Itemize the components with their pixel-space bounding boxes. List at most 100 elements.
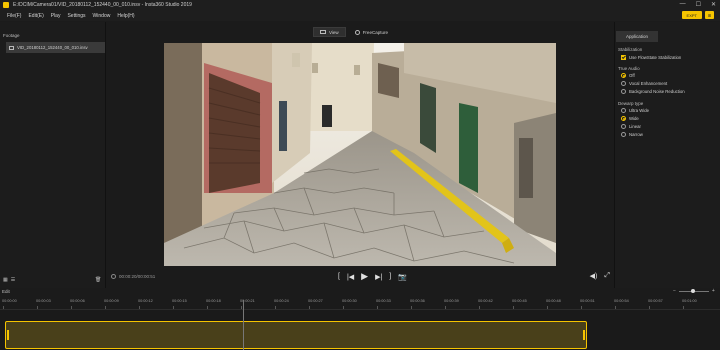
dewarp-heading: Dewarp type <box>618 101 644 106</box>
ruler-tick-label: 00:00:30 <box>342 299 357 303</box>
playhead[interactable] <box>243 300 244 350</box>
grid-view-icon[interactable]: ▦ <box>3 277 8 283</box>
ruler-tick-label: 00:00:33 <box>376 299 391 303</box>
dewarp-option-label: Narrow <box>629 132 643 137</box>
view-mode-toggles: ▦ ☰ <box>3 277 15 283</box>
dewarp-option-ultra-wide[interactable]: Ultra Wide <box>621 108 649 113</box>
footage-title: Footage <box>3 33 20 38</box>
ruler-tick-label: 00:00:57 <box>648 299 663 303</box>
ruler-tick-label: 00:00:51 <box>580 299 595 303</box>
zoom-in-icon[interactable]: + <box>712 288 715 294</box>
dewarp-option-narrow[interactable]: Narrow <box>621 132 643 137</box>
ruler-tick-label: 00:00:42 <box>478 299 493 303</box>
window-controls: — ☐ ✕ <box>680 1 716 8</box>
flowstate-label: Use FlowState Stabilization <box>629 55 682 60</box>
radio-icon <box>621 124 626 129</box>
dewarp-option-label: Wide <box>629 116 639 121</box>
monitor-icon <box>320 30 326 34</box>
mark-out-button[interactable]: ] <box>389 273 391 280</box>
menu-edit[interactable]: Edit(E) <box>28 13 43 19</box>
menu-window[interactable]: Window <box>93 13 111 19</box>
play-button[interactable]: ▶ <box>361 271 368 282</box>
ruler-tick <box>581 306 582 309</box>
menu-play[interactable]: Play <box>51 13 61 19</box>
top-actions: EXPT ⊞ <box>681 11 714 19</box>
dewarp-option-linear[interactable]: Linear <box>621 124 641 129</box>
window-title: E:/DCIM/Camera01/VID_20180112_152440_00_… <box>13 2 192 8</box>
video-frame-image <box>164 43 556 266</box>
ruler-tick <box>649 306 650 309</box>
timeline-zoom: − + <box>673 288 715 294</box>
ruler-tick-label: 00:00:54 <box>614 299 629 303</box>
audio-option-label: Background Noise Reduction <box>629 89 685 94</box>
transport-controls: [ |◀ ▶ ▶| ] 📷 <box>338 271 407 282</box>
zoom-slider-handle[interactable] <box>690 288 695 293</box>
radio-icon <box>621 81 626 86</box>
ruler-tick-label: 00:00:12 <box>138 299 153 303</box>
menu-help[interactable]: Help(H) <box>117 13 134 19</box>
checkbox-checked-icon <box>621 55 626 60</box>
properties-panel: Application Stabilization Use FlowState … <box>614 22 720 288</box>
audio-option-off[interactable]: Off <box>621 73 635 78</box>
snapshot-icon[interactable]: 📷 <box>398 273 407 281</box>
flowstate-checkbox[interactable]: Use FlowState Stabilization <box>621 55 681 60</box>
ruler-tick <box>445 306 446 309</box>
ruler-tick <box>71 306 72 309</box>
ruler-tick <box>343 306 344 309</box>
timeline-track <box>0 310 720 350</box>
ruler-tick-label: 00:00:09 <box>104 299 119 303</box>
audio-option-label: Vocal Enhancement <box>629 81 668 86</box>
mark-in-button[interactable]: [ <box>338 273 340 280</box>
dewarp-option-wide[interactable]: Wide <box>621 116 639 121</box>
clip-trim-start-handle[interactable] <box>7 330 9 340</box>
previous-frame-button[interactable]: |◀ <box>347 273 354 281</box>
video-clip[interactable] <box>5 321 587 349</box>
clock-icon <box>111 274 116 279</box>
ruler-tick-label: 00:00:27 <box>308 299 323 303</box>
footage-panel: Footage VID_20180112_152440_00_010.insv … <box>0 22 106 288</box>
close-button[interactable]: ✕ <box>711 1 716 8</box>
tab-view[interactable]: View <box>313 27 346 37</box>
ruler-tick <box>479 306 480 309</box>
video-preview[interactable] <box>164 43 556 266</box>
timecode: 00:00:20/00:00:51 <box>111 274 155 279</box>
export-button[interactable]: EXPT <box>681 11 702 19</box>
audio-option-noise[interactable]: Background Noise Reduction <box>621 89 685 94</box>
ruler-tick-label: 00:00:00 <box>2 299 17 303</box>
ruler-tick-label: 00:00:48 <box>546 299 561 303</box>
ruler-tick <box>377 306 378 309</box>
clip-trim-end-handle[interactable] <box>583 330 585 340</box>
minimize-button[interactable]: — <box>680 1 686 8</box>
timecode-text: 00:00:20/00:00:51 <box>119 274 156 279</box>
volume-icon[interactable]: ◀) <box>590 272 598 280</box>
trash-icon[interactable]: 🗑 <box>95 277 101 283</box>
footage-item-label: VID_20180112_152440_00_010.insv <box>17 45 88 50</box>
tab-application[interactable]: Application <box>616 31 658 42</box>
menu-settings[interactable]: Settings <box>67 13 85 19</box>
menu-bar: File(F) Edit(E) Play Settings Window Hel… <box>0 10 720 21</box>
radio-selected-icon <box>621 116 626 121</box>
view-controls: ◀) ⤢ <box>590 272 610 280</box>
tab-freecapture[interactable]: FreeCapture <box>347 27 395 37</box>
ruler-tick <box>105 306 106 309</box>
zoom-out-icon[interactable]: − <box>673 288 676 294</box>
fullscreen-icon[interactable]: ⤢ <box>604 272 610 280</box>
menu-file[interactable]: File(F) <box>7 13 21 19</box>
playback-bar: 00:00:20/00:00:51 [ |◀ ▶ ▶| ] 📷 ◀) ⤢ <box>106 270 614 284</box>
layout-button[interactable]: ⊞ <box>705 11 714 19</box>
ruler-tick-label: 00:01:00 <box>682 299 697 303</box>
audio-option-vocal[interactable]: Vocal Enhancement <box>621 81 667 86</box>
zoom-slider[interactable] <box>678 288 709 293</box>
ruler-tick <box>241 306 242 309</box>
footage-item[interactable]: VID_20180112_152440_00_010.insv <box>6 42 105 53</box>
radio-icon <box>621 108 626 113</box>
dewarp-option-label: Linear <box>629 124 641 129</box>
view-tabs: View FreeCapture <box>313 27 395 37</box>
tab-freecapture-label: FreeCapture <box>362 29 388 35</box>
stabilization-heading: Stabilization <box>618 47 643 52</box>
maximize-button[interactable]: ☐ <box>696 1 701 8</box>
next-frame-button[interactable]: ▶| <box>375 273 382 281</box>
list-view-icon[interactable]: ☰ <box>11 277 15 283</box>
timeline-ruler[interactable]: 00:00:00 00:00:03 00:00:06 00:00:09 00:00:12… <box>0 296 720 310</box>
ruler-tick <box>207 306 208 309</box>
